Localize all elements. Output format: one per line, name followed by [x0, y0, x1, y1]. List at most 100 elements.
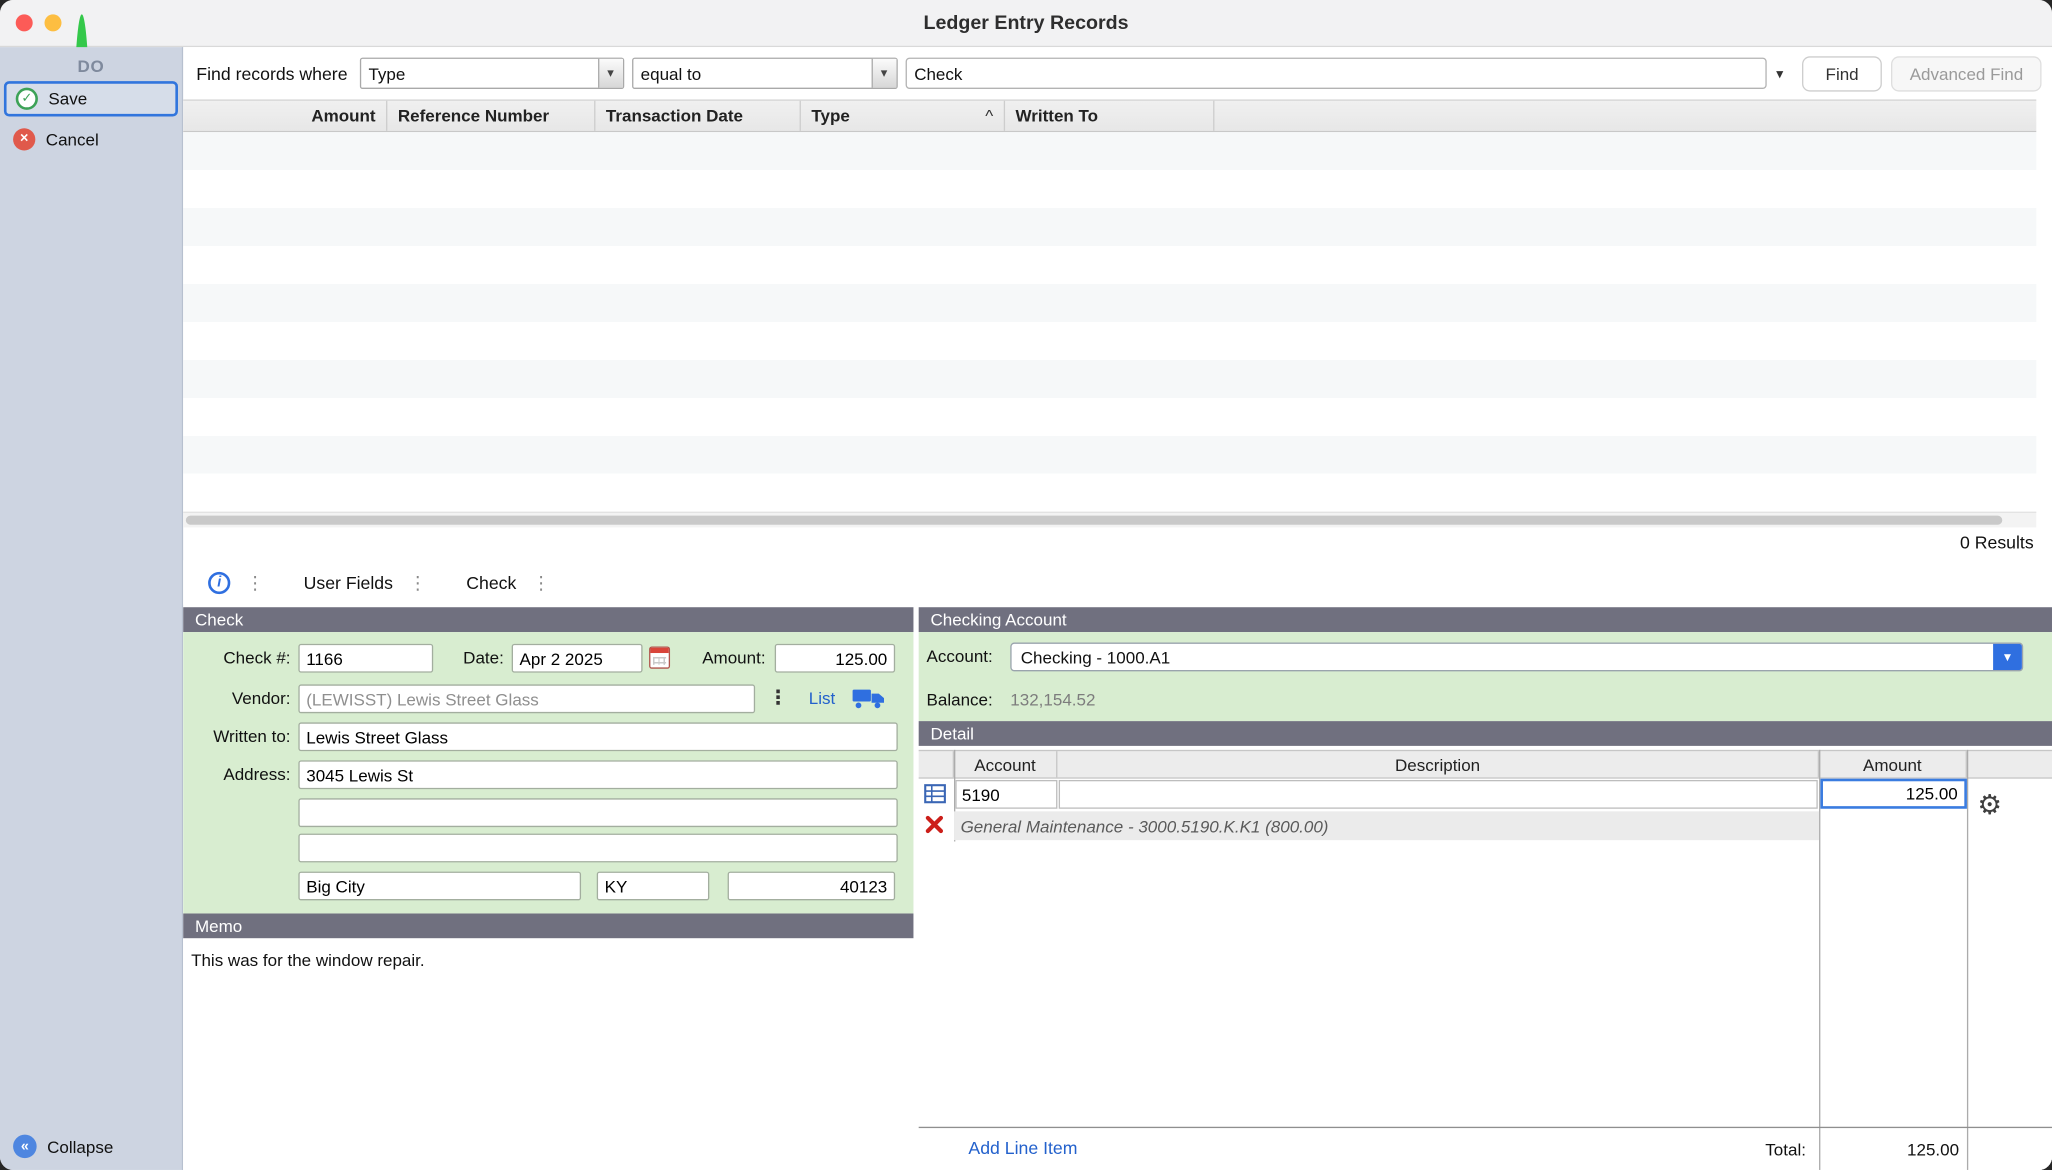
account-dropdown-arrow-icon: ▼ — [1993, 644, 2022, 670]
line-item-description-input[interactable] — [1059, 780, 1818, 809]
find-operator-dropdown[interactable]: equal to ▾ — [632, 58, 898, 89]
find-options-arrow-icon[interactable]: ▾ — [1767, 65, 1793, 82]
line-item-amount-input[interactable] — [1820, 779, 1967, 809]
line-item-account-input[interactable] — [955, 780, 1057, 809]
balance-value: 132,154.52 — [1010, 686, 1095, 715]
sidebar-header: DO — [0, 47, 182, 76]
zip-input[interactable] — [728, 872, 896, 901]
collapse-chevrons-icon: « — [13, 1135, 37, 1159]
tab-user-fields[interactable]: User Fields — [304, 573, 393, 593]
find-button[interactable]: Find — [1802, 56, 1882, 91]
check-amount-input[interactable] — [775, 644, 895, 673]
results-table-body[interactable] — [183, 132, 2036, 512]
detail-table: Account Description Amount — [919, 746, 2052, 1170]
results-horizontal-scrollbar[interactable] — [183, 512, 2036, 528]
column-header-reference-number[interactable]: Reference Number — [387, 101, 595, 131]
detail-description-column-header: Description — [1057, 751, 1819, 777]
check-form: Check #: Date: Amount: Vendor: ⋮ List — [183, 632, 913, 913]
memo-panel-title: Memo — [183, 913, 913, 938]
drag-handle-dots-icon[interactable]: ⋮ — [532, 571, 550, 593]
vendor-label: Vendor: — [183, 684, 290, 713]
written-to-input[interactable] — [298, 722, 897, 751]
column-header-transaction-date[interactable]: Transaction Date — [595, 101, 800, 131]
date-label: Date: — [436, 644, 504, 673]
vendor-list-link[interactable]: List — [809, 688, 835, 708]
tab-check[interactable]: Check — [466, 573, 516, 593]
cancel-button[interactable]: × Cancel — [4, 122, 178, 157]
check-number-input[interactable] — [298, 644, 433, 673]
address-label: Address: — [183, 760, 290, 789]
address-line1-input[interactable] — [298, 760, 897, 789]
amount-label: Amount: — [684, 644, 765, 673]
state-input[interactable] — [597, 872, 710, 901]
cancel-button-label: Cancel — [46, 130, 99, 150]
detail-tab-bar: i ⋮ User Fields ⋮ Check ⋮ — [183, 560, 2052, 604]
sort-ascending-icon: ^ — [985, 106, 993, 126]
collapse-label: Collapse — [47, 1137, 113, 1157]
find-value-input[interactable] — [905, 58, 1767, 89]
ledger-journal-icon[interactable] — [924, 784, 946, 808]
calendar-icon[interactable] — [649, 646, 670, 668]
checking-account-panel: Checking Account Account: Checking - 100… — [919, 607, 2052, 1170]
results-table-header: Amount Reference Number Transaction Date… — [183, 99, 2036, 132]
vendor-input[interactable] — [298, 684, 755, 713]
find-bar: Find records where Type ▾ equal to ▾ ▾ F… — [196, 52, 2041, 94]
info-icon[interactable]: i — [208, 571, 230, 593]
address-line2-input[interactable] — [298, 798, 897, 827]
detail-panel-title: Detail — [919, 721, 2052, 746]
main-area: Find records where Type ▾ equal to ▾ ▾ F… — [183, 47, 2052, 1170]
dropdown-arrow-icon: ▾ — [871, 59, 896, 88]
row-settings-gear-icon[interactable]: ⚙ — [1977, 789, 2002, 820]
check-panel: Check Check #: Date: Amount: Vendor: ⋮ L… — [183, 607, 913, 1170]
save-check-icon: ✓ — [16, 88, 38, 110]
dropdown-arrow-icon: ▾ — [597, 59, 622, 88]
delete-line-item-icon[interactable] — [924, 814, 945, 839]
city-input[interactable] — [298, 872, 581, 901]
results-count: 0 Results — [1960, 533, 2034, 553]
window-title: Ledger Entry Records — [0, 12, 2052, 34]
line-item-info-row: General Maintenance - 3000.5190.K.K1 (80… — [919, 811, 2052, 841]
column-header-type[interactable]: Type ^ — [801, 101, 1005, 131]
save-button[interactable]: ✓ Save — [4, 81, 178, 116]
save-button-label: Save — [48, 89, 87, 109]
check-number-label: Check #: — [183, 644, 290, 673]
find-field-dropdown[interactable]: Type ▾ — [359, 58, 623, 89]
account-dropdown[interactable]: Checking - 1000.A1 ▼ — [1010, 643, 2023, 672]
total-value: 125.00 — [1820, 1140, 1959, 1160]
date-input[interactable] — [512, 644, 643, 673]
vendor-menu-dots-icon[interactable]: ⋮ — [768, 686, 788, 712]
drag-handle-dots-icon[interactable]: ⋮ — [246, 571, 264, 593]
do-sidebar: DO ✓ Save × Cancel « Collapse — [0, 47, 183, 1170]
memo-text: This was for the window repair. — [191, 950, 425, 970]
drag-handle-dots-icon[interactable]: ⋮ — [409, 571, 427, 593]
account-value: Checking - 1000.A1 — [1012, 644, 1994, 670]
written-to-label: Written to: — [183, 722, 290, 751]
memo-text-area[interactable]: This was for the window repair. — [183, 938, 913, 1170]
find-field-value: Type — [361, 59, 598, 88]
scrollbar-thumb[interactable] — [186, 516, 2002, 525]
account-info-strip: General Maintenance - 3000.5190.K.K1 (80… — [954, 811, 1819, 840]
titlebar: Ledger Entry Records — [0, 0, 2052, 47]
collapse-sidebar-button[interactable]: « Collapse — [13, 1135, 113, 1159]
detail-account-column-header: Account — [954, 751, 1057, 777]
detail-icon-column-header — [919, 751, 954, 777]
checking-account-form: Account: Checking - 1000.A1 ▼ Balance: 1… — [919, 632, 2052, 721]
detail-amount-column-header: Amount — [1819, 751, 1967, 777]
advanced-find-button[interactable]: Advanced Find — [1891, 56, 2041, 91]
vendor-truck-icon[interactable] — [852, 688, 886, 713]
column-header-written-to[interactable]: Written To — [1005, 101, 1214, 131]
find-operator-value: equal to — [633, 59, 871, 88]
account-info-text: General Maintenance - 3000.5190.K.K1 (80… — [961, 816, 1329, 836]
column-header-filler — [1214, 101, 2036, 131]
total-label: Total: — [919, 1140, 1806, 1160]
checking-account-title: Checking Account — [919, 607, 2052, 632]
detail-footer: Add Line Item Total: 125.00 — [919, 1127, 2052, 1170]
line-item-row — [919, 779, 2052, 812]
detail-table-header: Account Description Amount — [919, 750, 2052, 779]
balance-label: Balance: — [927, 686, 993, 715]
column-header-amount[interactable]: Amount — [183, 101, 387, 131]
cancel-x-icon: × — [13, 128, 35, 150]
app-window: Ledger Entry Records DO ✓ Save × Cancel … — [0, 0, 2052, 1170]
address-line3-input[interactable] — [298, 834, 897, 863]
account-label: Account: — [927, 643, 993, 672]
